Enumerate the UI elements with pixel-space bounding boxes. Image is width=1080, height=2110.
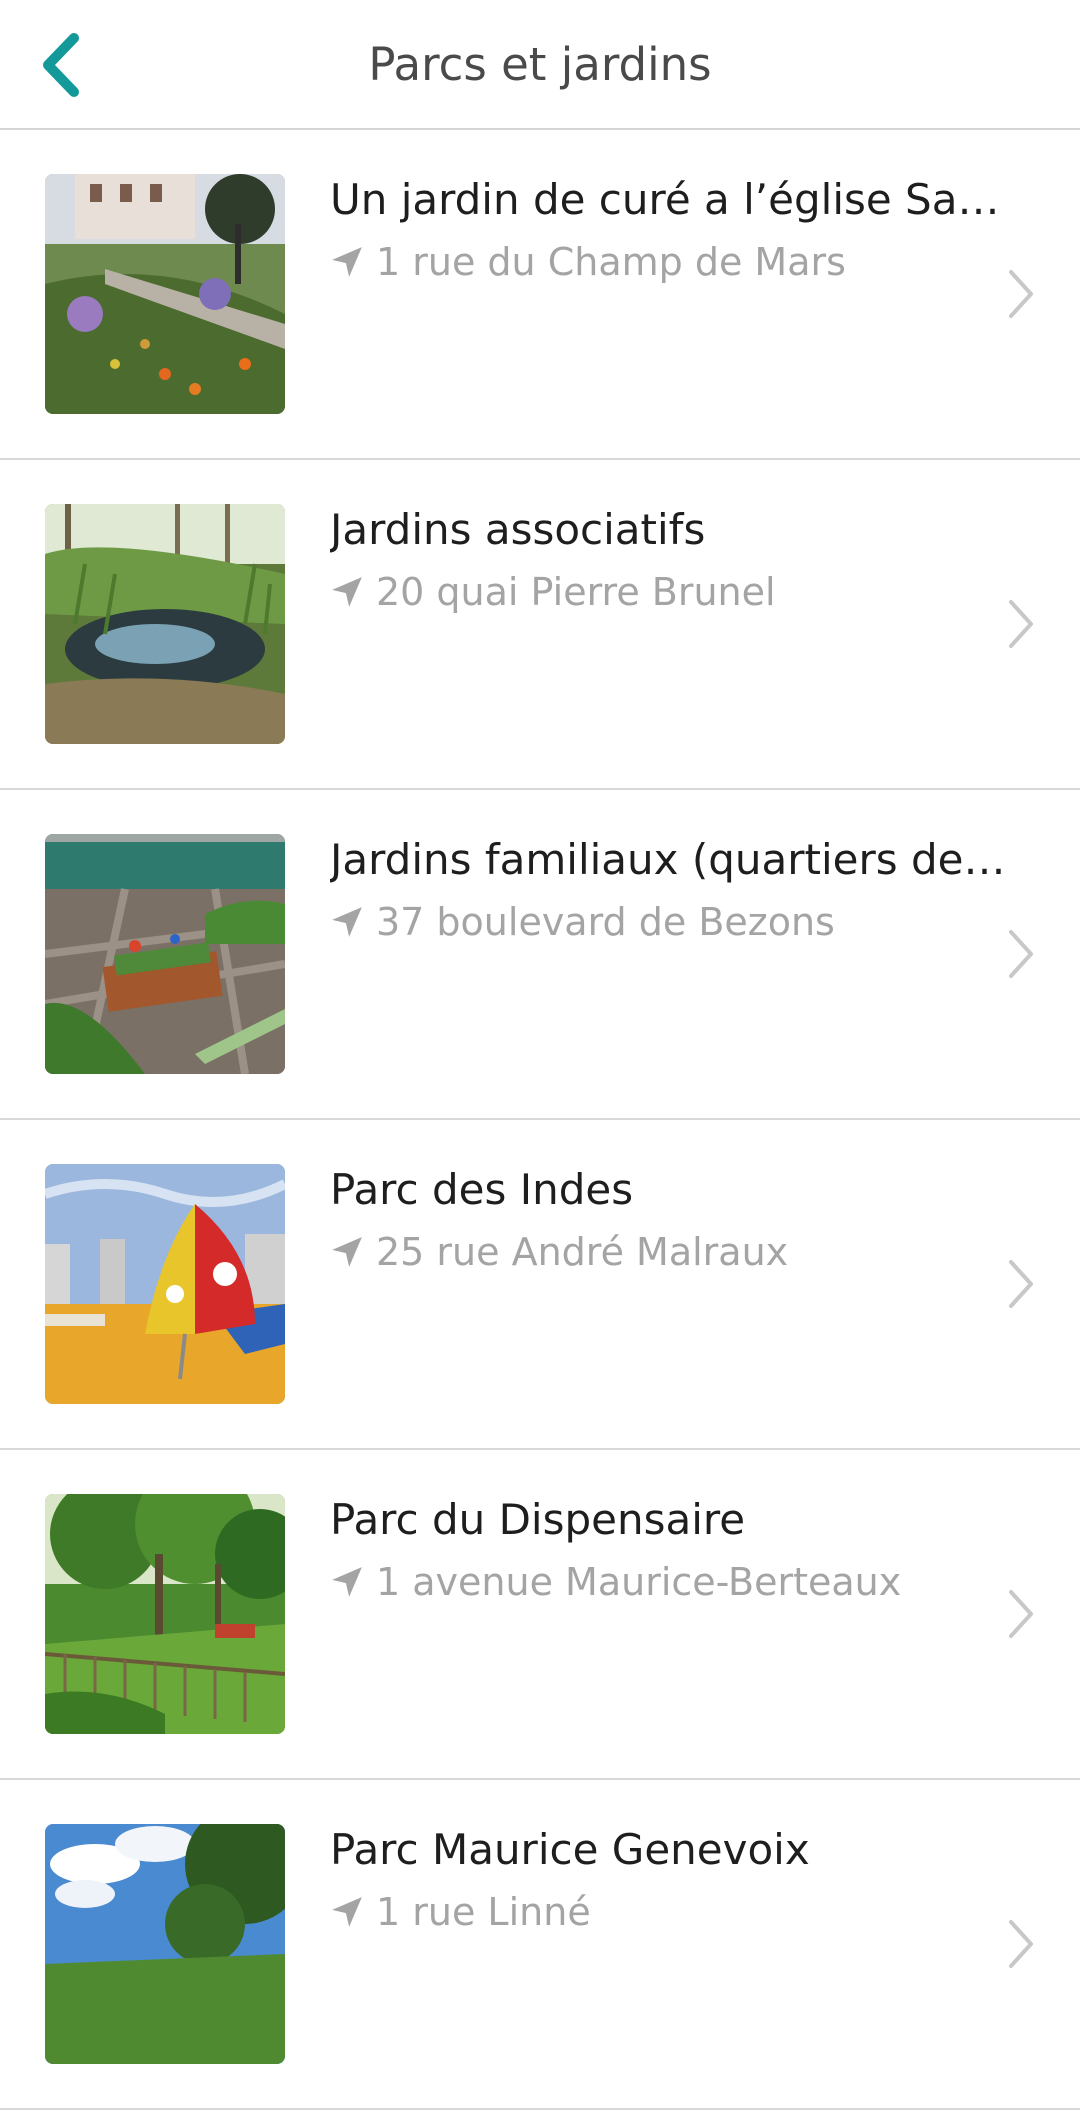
garden-house-thumbnail bbox=[45, 174, 285, 414]
item-title: Parc du Dispensaire bbox=[330, 1495, 746, 1544]
list-item[interactable]: Parc Maurice Genevoix 1 rue Linné bbox=[0, 1780, 1080, 2110]
location-arrow-icon bbox=[332, 907, 362, 937]
chevron-right-icon bbox=[1009, 270, 1033, 318]
item-title: Jardins familiaux (quartiers des… bbox=[330, 835, 1010, 884]
item-address-text: 25 rue André Malraux bbox=[376, 1230, 789, 1274]
item-title: Parc Maurice Genevoix bbox=[330, 1825, 810, 1874]
list-item[interactable]: Un jardin de curé a l’église Saint-… 1 r… bbox=[0, 130, 1080, 460]
location-arrow-icon bbox=[332, 1237, 362, 1267]
item-title: Jardins associatifs bbox=[330, 505, 706, 554]
item-address-text: 37 boulevard de Bezons bbox=[376, 900, 835, 944]
page-title: Parcs et jardins bbox=[368, 38, 712, 91]
places-list: Un jardin de curé a l’église Saint-… 1 r… bbox=[0, 130, 1080, 2110]
item-address: 1 avenue Maurice-Berteaux bbox=[330, 1554, 970, 1610]
item-address-text: 20 quai Pierre Brunel bbox=[376, 570, 776, 614]
location-arrow-icon bbox=[332, 1897, 362, 1927]
list-item[interactable]: Parc des Indes 25 rue André Malraux bbox=[0, 1120, 1080, 1450]
list-item[interactable]: Parc du Dispensaire 1 avenue Maurice-Ber… bbox=[0, 1450, 1080, 1780]
chevron-right-icon bbox=[1009, 1590, 1033, 1638]
item-address: 1 rue Linné bbox=[330, 1884, 970, 1940]
item-address: 20 quai Pierre Brunel bbox=[330, 564, 970, 620]
app-header: Parcs et jardins bbox=[0, 0, 1080, 130]
park-trees-thumbnail bbox=[45, 1494, 285, 1734]
item-address: 25 rue André Malraux bbox=[330, 1224, 970, 1280]
playground-thumbnail bbox=[45, 1164, 285, 1404]
chevron-right-icon bbox=[1009, 1920, 1033, 1968]
chevron-right-icon bbox=[1009, 930, 1033, 978]
location-arrow-icon bbox=[332, 247, 362, 277]
chevron-right-icon bbox=[1009, 600, 1033, 648]
chevron-right-icon bbox=[1009, 1260, 1033, 1308]
item-title: Un jardin de curé a l’église Saint-… bbox=[330, 175, 1010, 224]
pond-thumbnail bbox=[45, 504, 285, 744]
item-address-text: 1 rue du Champ de Mars bbox=[376, 240, 846, 284]
item-address: 1 rue du Champ de Mars bbox=[330, 234, 970, 290]
list-item[interactable]: Jardins associatifs 20 quai Pierre Brune… bbox=[0, 460, 1080, 790]
vegetable-plot-thumbnail bbox=[45, 834, 285, 1074]
item-address: 37 boulevard de Bezons bbox=[330, 894, 970, 950]
location-arrow-icon bbox=[332, 577, 362, 607]
item-address-text: 1 rue Linné bbox=[376, 1890, 591, 1934]
item-title: Parc des Indes bbox=[330, 1165, 634, 1214]
sky-trees-thumbnail bbox=[45, 1824, 285, 2064]
location-arrow-icon bbox=[332, 1567, 362, 1597]
list-item[interactable]: Jardins familiaux (quartiers des… 37 bou… bbox=[0, 790, 1080, 1120]
item-address-text: 1 avenue Maurice-Berteaux bbox=[376, 1560, 902, 1604]
